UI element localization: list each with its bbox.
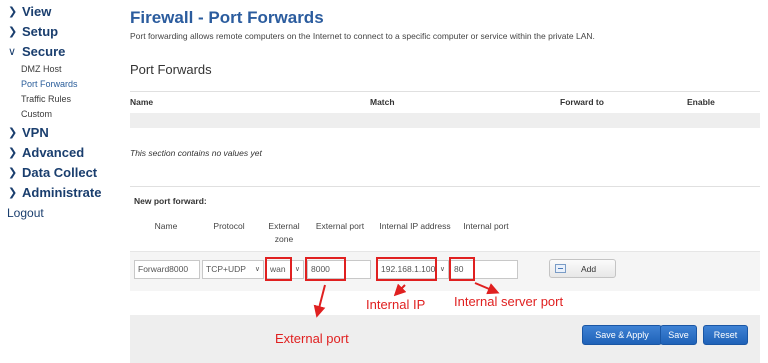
annotation-internal-server-port: Internal server port bbox=[454, 294, 564, 309]
annotation-external-port: External port bbox=[275, 331, 349, 346]
arrow-external-port bbox=[313, 284, 326, 318]
arrow-internal-ip bbox=[393, 283, 407, 297]
arrow-internal-port bbox=[474, 282, 500, 295]
annotation-internal-ip: Internal IP bbox=[366, 297, 426, 312]
